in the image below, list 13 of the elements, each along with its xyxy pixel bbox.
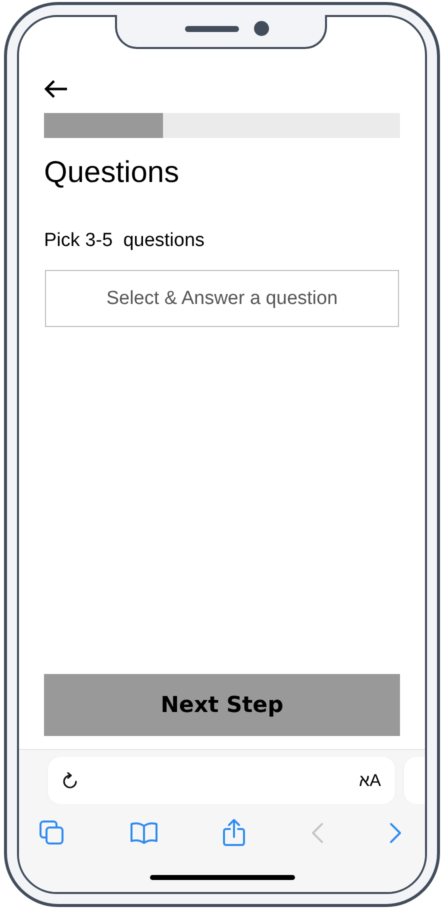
address-bar[interactable]: אA: [48, 757, 395, 804]
tabs-icon[interactable]: [39, 820, 65, 846]
back-arrow-icon[interactable]: [44, 80, 68, 98]
speaker-icon: [185, 26, 239, 32]
reload-icon[interactable]: [62, 772, 78, 790]
text-size-button[interactable]: אA: [358, 770, 381, 790]
instruction-text: Pick 3-5 questions: [44, 229, 205, 253]
forward-icon[interactable]: [389, 822, 403, 844]
question-field[interactable]: Select & Answer a question: [45, 270, 399, 327]
camera-icon: [254, 21, 269, 36]
page-title: Questions: [44, 155, 180, 191]
book-icon[interactable]: [130, 822, 158, 844]
share-icon[interactable]: [223, 819, 245, 847]
